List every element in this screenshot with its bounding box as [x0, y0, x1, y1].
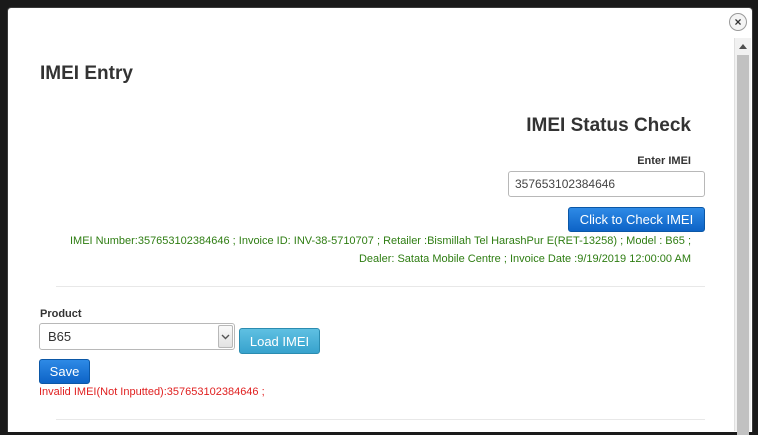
imei-status-result-line-1: IMEI Number:357653102384646 ; Invoice ID…	[69, 235, 691, 247]
product-select-value: B65	[48, 329, 72, 344]
product-select[interactable]: B65	[39, 323, 235, 350]
product-label: Product	[40, 308, 82, 320]
check-imei-button[interactable]: Click to Check IMEI	[568, 207, 705, 232]
section-divider-bottom	[56, 419, 705, 420]
save-button[interactable]: Save	[39, 359, 90, 384]
dialog-title: IMEI Entry	[40, 63, 133, 84]
imei-input[interactable]	[508, 171, 705, 197]
load-imei-button[interactable]: Load IMEI	[239, 328, 320, 354]
status-check-title: IMEI Status Check	[526, 115, 691, 136]
scrollbar-thumb[interactable]	[737, 55, 749, 435]
section-divider	[56, 286, 705, 287]
scroll-up-icon[interactable]	[735, 38, 751, 54]
close-icon[interactable]: ×	[729, 13, 747, 31]
chevron-down-icon[interactable]	[218, 325, 233, 348]
vertical-scrollbar[interactable]	[734, 38, 751, 435]
error-message: Invalid IMEI(Not Inputted):3576531023846…	[39, 386, 265, 398]
imei-field-label: Enter IMEI	[637, 155, 691, 167]
imei-status-result-line-2: Dealer: Satata Mobile Centre ; Invoice D…	[358, 253, 691, 265]
imei-entry-dialog: IMEI Entry IMEI Status Check Enter IMEI …	[7, 7, 753, 432]
